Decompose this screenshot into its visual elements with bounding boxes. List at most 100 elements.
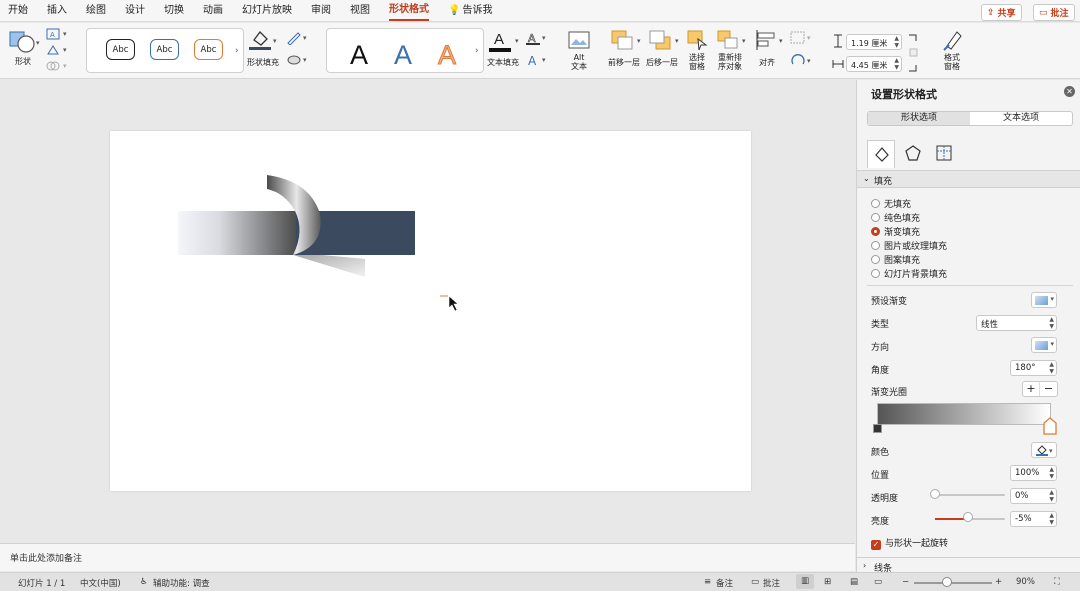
tab-shape-options[interactable]: 形状选项	[868, 112, 970, 125]
transparency-slider-knob[interactable]	[930, 489, 940, 499]
preset-gradient-dropdown[interactable]	[1031, 292, 1057, 308]
wordart-sample-blue[interactable]: A	[394, 42, 412, 69]
slide-canvas[interactable]	[110, 131, 751, 491]
text-box-icon[interactable]: A	[46, 28, 60, 40]
size-properties-icon[interactable]	[935, 144, 953, 162]
radio-pattern-fill[interactable]: 图案填充	[871, 253, 920, 266]
tab-shape-format[interactable]: 形状格式	[389, 0, 429, 21]
line-section-header[interactable]: › 线条	[857, 557, 1080, 574]
shape-outline-icon[interactable]	[286, 31, 302, 45]
shapes-icon[interactable]	[9, 29, 39, 57]
gradient-ribbon-shape[interactable]	[178, 211, 296, 255]
zoom-slider[interactable]	[914, 582, 992, 584]
fit-to-window-icon[interactable]: ⛶	[1054, 577, 1060, 587]
text-fill-icon[interactable]: A	[488, 29, 512, 53]
zoom-level[interactable]: 90%	[1016, 577, 1035, 587]
text-effects-icon[interactable]: A	[525, 53, 541, 67]
tab-insert[interactable]: 插入	[47, 0, 67, 22]
rotate-with-shape-checkbox[interactable]: ✓ 与形状一起旋转	[871, 536, 948, 550]
edit-shape-chevron-icon[interactable]: ▾	[63, 46, 67, 54]
remove-stop-icon[interactable]: −	[1040, 382, 1057, 396]
selection-pane-label[interactable]: 选择 窗格	[684, 53, 710, 71]
send-backward-icon[interactable]	[648, 29, 672, 51]
width-stepper-icon[interactable]: ▲ ▼	[894, 57, 899, 71]
notes-area[interactable]: 单击此处添加备注	[0, 543, 855, 571]
tab-slideshow[interactable]: 幻灯片放映	[242, 0, 292, 22]
gradient-stop-end[interactable]	[1043, 417, 1057, 435]
merge-shapes-chevron-icon[interactable]: ▾	[63, 62, 67, 70]
zoom-slider-knob[interactable]	[942, 577, 952, 587]
tab-review[interactable]: 审阅	[311, 0, 331, 22]
reorder-chevron-icon[interactable]: ▾	[742, 37, 746, 45]
shapes-chevron-icon[interactable]: ▾	[36, 39, 40, 47]
alt-text-icon[interactable]	[568, 31, 590, 51]
text-box-chevron-icon[interactable]: ▾	[63, 30, 67, 38]
rotate-chevron-icon[interactable]: ▾	[807, 57, 811, 65]
add-stop-icon[interactable]: +	[1023, 382, 1041, 396]
comments-toggle[interactable]: 批注	[763, 577, 780, 589]
reading-view-icon[interactable]: ▤	[850, 577, 858, 587]
lock-aspect-icon[interactable]	[906, 33, 920, 73]
zoom-out-icon[interactable]: −	[902, 577, 909, 587]
position-stepper-icon[interactable]: ▲ ▼	[1049, 466, 1054, 480]
tab-view[interactable]: 视图	[350, 0, 370, 22]
text-outline-chevron-icon[interactable]: ▾	[542, 34, 546, 42]
send-backward-chevron-icon[interactable]: ▾	[675, 37, 679, 45]
brightness-stepper-icon[interactable]: ▲ ▼	[1049, 512, 1054, 526]
reorder-objects-icon[interactable]	[716, 29, 740, 51]
text-outline-icon[interactable]: A	[525, 31, 541, 45]
color-picker-button[interactable]: ▾	[1031, 442, 1057, 458]
height-input[interactable]: 1.19 厘米 ▲ ▼	[846, 34, 902, 50]
shape-fill-chevron-icon[interactable]: ▾	[273, 37, 277, 45]
style-sample-2[interactable]: Abc	[150, 39, 179, 60]
radio-gradient-fill[interactable]: 渐变填充	[871, 225, 920, 238]
tab-transitions[interactable]: 切换	[164, 0, 184, 22]
selection-pane-icon[interactable]	[686, 29, 710, 51]
close-icon[interactable]: ✕	[1064, 86, 1075, 97]
merge-shapes-icon[interactable]	[46, 60, 60, 72]
slide-sorter-icon[interactable]: ⊞	[824, 577, 831, 587]
tab-animations[interactable]: 动画	[203, 0, 223, 22]
tab-design[interactable]: 设计	[125, 0, 145, 22]
angle-input[interactable]: 180° ▲ ▼	[1010, 360, 1057, 376]
shape-effects-icon[interactable]	[286, 53, 302, 67]
wordart-sample-black[interactable]: A	[350, 42, 368, 69]
gradient-stop-start[interactable]	[873, 424, 882, 433]
transparency-slider[interactable]	[935, 494, 1005, 496]
group-chevron-icon[interactable]: ▾	[807, 34, 811, 42]
brightness-input[interactable]: -5% ▲ ▼	[1010, 511, 1057, 527]
fill-section-header[interactable]: ⌄ 填充	[857, 170, 1080, 188]
gallery-more-icon[interactable]: ›	[235, 46, 239, 56]
shape-outline-chevron-icon[interactable]: ▾	[303, 34, 307, 42]
style-sample-1[interactable]: Abc	[106, 39, 135, 60]
text-effects-chevron-icon[interactable]: ▾	[542, 56, 546, 64]
height-stepper-icon[interactable]: ▲ ▼	[894, 35, 899, 49]
angle-stepper-icon[interactable]: ▲ ▼	[1049, 361, 1054, 375]
zoom-in-icon[interactable]: +	[995, 577, 1002, 587]
tab-tell-me[interactable]: 💡 告诉我	[448, 0, 492, 22]
direction-dropdown[interactable]	[1031, 337, 1057, 353]
comments-button[interactable]: ▭ 批注	[1033, 4, 1075, 21]
brightness-slider-knob[interactable]	[962, 512, 973, 522]
rotate-icon[interactable]	[790, 54, 806, 68]
tab-draw[interactable]: 绘图	[86, 0, 106, 22]
radio-slide-background-fill[interactable]: 幻灯片背景填充	[871, 267, 947, 280]
type-select[interactable]: 线性 ▲ ▼	[976, 315, 1057, 331]
bring-forward-icon[interactable]	[610, 29, 634, 51]
notes-toggle[interactable]: 备注	[716, 577, 733, 589]
share-button[interactable]: ⇪ 共享	[981, 4, 1022, 21]
wordart-more-icon[interactable]: ›	[475, 46, 479, 56]
accessibility-status[interactable]: 辅助功能: 调查	[153, 577, 210, 589]
normal-view-icon[interactable]: ▥	[796, 574, 814, 589]
group-icon[interactable]	[790, 31, 806, 45]
align-icon[interactable]	[754, 29, 778, 51]
effects-pentagon-icon[interactable]	[904, 144, 922, 162]
align-chevron-icon[interactable]: ▾	[779, 37, 783, 45]
format-pane-icon[interactable]	[941, 28, 965, 52]
edit-shape-icon[interactable]	[46, 44, 60, 56]
tab-text-options[interactable]: 文本选项	[970, 112, 1072, 125]
radio-picture-fill[interactable]: 图片或纹理填充	[871, 239, 947, 252]
wordart-sample-orange[interactable]: A	[437, 41, 456, 69]
width-input[interactable]: 4.45 厘米 ▲ ▼	[846, 56, 902, 72]
language-indicator[interactable]: 中文(中国)	[80, 577, 121, 589]
